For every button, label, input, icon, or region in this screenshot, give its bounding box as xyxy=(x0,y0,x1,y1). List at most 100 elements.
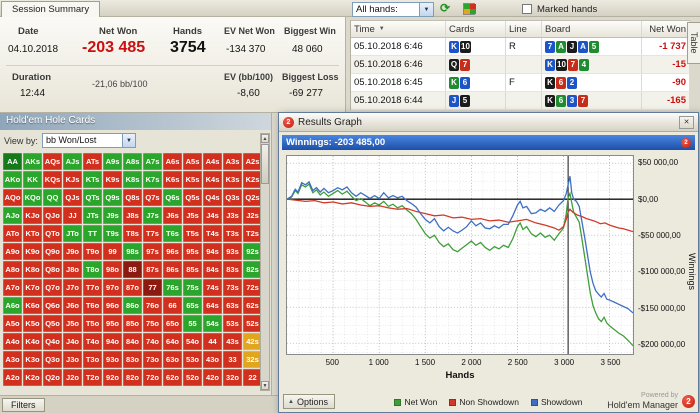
hand-cell-JJ[interactable]: JJ xyxy=(63,207,82,224)
view-by-dropdown[interactable]: bb Won/Lost ▼ xyxy=(42,133,136,148)
hand-cell-77[interactable]: 77 xyxy=(143,279,162,296)
results-graph-titlebar[interactable]: 2 Results Graph ✕ xyxy=(279,113,698,132)
hand-cell-43s[interactable]: 43s xyxy=(223,333,242,350)
hand-cell-Q5s[interactable]: Q5s xyxy=(183,189,202,206)
hand-cell-32o[interactable]: 32o xyxy=(223,369,242,386)
hand-cell-TT[interactable]: TT xyxy=(83,225,102,242)
hand-cell-63s[interactable]: 63s xyxy=(223,297,242,314)
hand-cell-J5o[interactable]: J5o xyxy=(63,315,82,332)
hand-cell-KQo[interactable]: KQo xyxy=(23,189,42,206)
table-row[interactable]: 05.10.2018 6:46 Q 7 K 10 7 4 -15 xyxy=(351,56,690,74)
hand-cell-65o[interactable]: 65o xyxy=(163,315,182,332)
hand-cell-AJs[interactable]: AJs xyxy=(63,153,82,170)
hand-cell-AKs[interactable]: AKs xyxy=(23,153,42,170)
hand-cell-Q8s[interactable]: Q8s xyxy=(123,189,142,206)
hand-cell-73s[interactable]: 73s xyxy=(223,279,242,296)
hand-cell-J6s[interactable]: J6s xyxy=(163,207,182,224)
table-row[interactable]: 05.10.2018 6:44 J 5 K 6 3 7 -165 xyxy=(351,92,690,110)
hand-cell-Q7s[interactable]: Q7s xyxy=(143,189,162,206)
hand-cell-A4s[interactable]: A4s xyxy=(203,153,222,170)
hand-grid-icon[interactable] xyxy=(463,3,476,15)
hand-cell-A8s[interactable]: A8s xyxy=(123,153,142,170)
hand-cell-A4o[interactable]: A4o xyxy=(3,333,22,350)
hand-cell-42o[interactable]: 42o xyxy=(203,369,222,386)
hand-cell-76o[interactable]: 76o xyxy=(143,297,162,314)
hand-cell-63o[interactable]: 63o xyxy=(163,351,182,368)
hand-cell-T2o[interactable]: T2o xyxy=(83,369,102,386)
hand-cell-75s[interactable]: 75s xyxy=(183,279,202,296)
hand-cell-Q3s[interactable]: Q3s xyxy=(223,189,242,206)
hand-cell-KQs[interactable]: KQs xyxy=(43,171,62,188)
tab-table-vertical[interactable]: Table xyxy=(687,22,700,64)
hand-cell-K4s[interactable]: K4s xyxy=(203,171,222,188)
hand-cell-J5s[interactable]: J5s xyxy=(183,207,202,224)
hand-cell-K8o[interactable]: K8o xyxy=(23,261,42,278)
hand-cell-72o[interactable]: 72o xyxy=(143,369,162,386)
hand-cell-Q6s[interactable]: Q6s xyxy=(163,189,182,206)
hand-cell-T7s[interactable]: T7s xyxy=(143,225,162,242)
hand-cell-A7o[interactable]: A7o xyxy=(3,279,22,296)
hand-cell-J9o[interactable]: J9o xyxy=(63,243,82,260)
hand-cell-65s[interactable]: 65s xyxy=(183,297,202,314)
hand-cell-A6o[interactable]: A6o xyxy=(3,297,22,314)
hand-cell-T4o[interactable]: T4o xyxy=(83,333,102,350)
column-header-board[interactable]: Board xyxy=(542,21,642,37)
tab-session-summary[interactable]: Session Summary xyxy=(1,1,101,17)
hand-cell-53o[interactable]: 53o xyxy=(183,351,202,368)
hand-cell-A5s[interactable]: A5s xyxy=(183,153,202,170)
hand-cell-KJs[interactable]: KJs xyxy=(63,171,82,188)
hand-cell-83s[interactable]: 83s xyxy=(223,261,242,278)
hand-cell-K7s[interactable]: K7s xyxy=(143,171,162,188)
hand-cell-K9s[interactable]: K9s xyxy=(103,171,122,188)
column-header-net-won[interactable]: Net Won xyxy=(642,21,690,37)
hand-cell-QTs[interactable]: QTs xyxy=(83,189,102,206)
chevron-down-icon[interactable]: ▼ xyxy=(419,3,433,16)
hand-cell-Q2o[interactable]: Q2o xyxy=(43,369,62,386)
hand-cell-84o[interactable]: 84o xyxy=(123,333,142,350)
hand-cell-74o[interactable]: 74o xyxy=(143,333,162,350)
hand-cell-AA[interactable]: AA xyxy=(3,153,22,170)
hand-cell-T8s[interactable]: T8s xyxy=(123,225,142,242)
hand-cell-93s[interactable]: 93s xyxy=(223,243,242,260)
hand-cell-KTs[interactable]: KTs xyxy=(83,171,102,188)
hand-cell-95s[interactable]: 95s xyxy=(183,243,202,260)
hand-cell-T6o[interactable]: T6o xyxy=(83,297,102,314)
hand-cell-96o[interactable]: 96o xyxy=(103,297,122,314)
hand-cell-73o[interactable]: 73o xyxy=(143,351,162,368)
hand-cell-AJo[interactable]: AJo xyxy=(3,207,22,224)
hand-cell-A3s[interactable]: A3s xyxy=(223,153,242,170)
chevron-down-icon[interactable]: ▼ xyxy=(122,134,135,147)
hand-cell-QTo[interactable]: QTo xyxy=(43,225,62,242)
hand-cell-64o[interactable]: 64o xyxy=(163,333,182,350)
hand-cell-A9s[interactable]: A9s xyxy=(103,153,122,170)
hand-cell-Q4s[interactable]: Q4s xyxy=(203,189,222,206)
hand-cell-A2o[interactable]: A2o xyxy=(3,369,22,386)
hand-cell-J7s[interactable]: J7s xyxy=(143,207,162,224)
hand-cell-95o[interactable]: 95o xyxy=(103,315,122,332)
hand-cell-66[interactable]: 66 xyxy=(163,297,182,314)
hand-cell-55[interactable]: 55 xyxy=(183,315,202,332)
hand-cell-K5o[interactable]: K5o xyxy=(23,315,42,332)
hand-cell-K6s[interactable]: K6s xyxy=(163,171,182,188)
column-header-time[interactable]: Time ▼ xyxy=(351,21,446,37)
hand-cell-76s[interactable]: 76s xyxy=(163,279,182,296)
hand-cell-T9o[interactable]: T9o xyxy=(83,243,102,260)
hand-cell-AQo[interactable]: AQo xyxy=(3,189,22,206)
filters-button[interactable]: Filters xyxy=(2,398,45,412)
scroll-up-icon[interactable]: ▲ xyxy=(261,134,269,143)
hand-cell-Q9o[interactable]: Q9o xyxy=(43,243,62,260)
close-icon[interactable]: ✕ xyxy=(679,115,694,129)
hand-cell-J3s[interactable]: J3s xyxy=(223,207,242,224)
hand-cell-75o[interactable]: 75o xyxy=(143,315,162,332)
hand-cell-A7s[interactable]: A7s xyxy=(143,153,162,170)
scrollbar[interactable]: ▲ ▼ xyxy=(260,133,270,391)
hand-cell-86s[interactable]: 86s xyxy=(163,261,182,278)
hand-cell-87s[interactable]: 87s xyxy=(143,261,162,278)
hand-cell-K2o[interactable]: K2o xyxy=(23,369,42,386)
column-header-cards[interactable]: Cards xyxy=(446,21,506,37)
hand-cell-JTo[interactable]: JTo xyxy=(63,225,82,242)
hand-cell-T9s[interactable]: T9s xyxy=(103,225,122,242)
hand-cell-85s[interactable]: 85s xyxy=(183,261,202,278)
hand-cell-93o[interactable]: 93o xyxy=(103,351,122,368)
hand-cell-T5o[interactable]: T5o xyxy=(83,315,102,332)
